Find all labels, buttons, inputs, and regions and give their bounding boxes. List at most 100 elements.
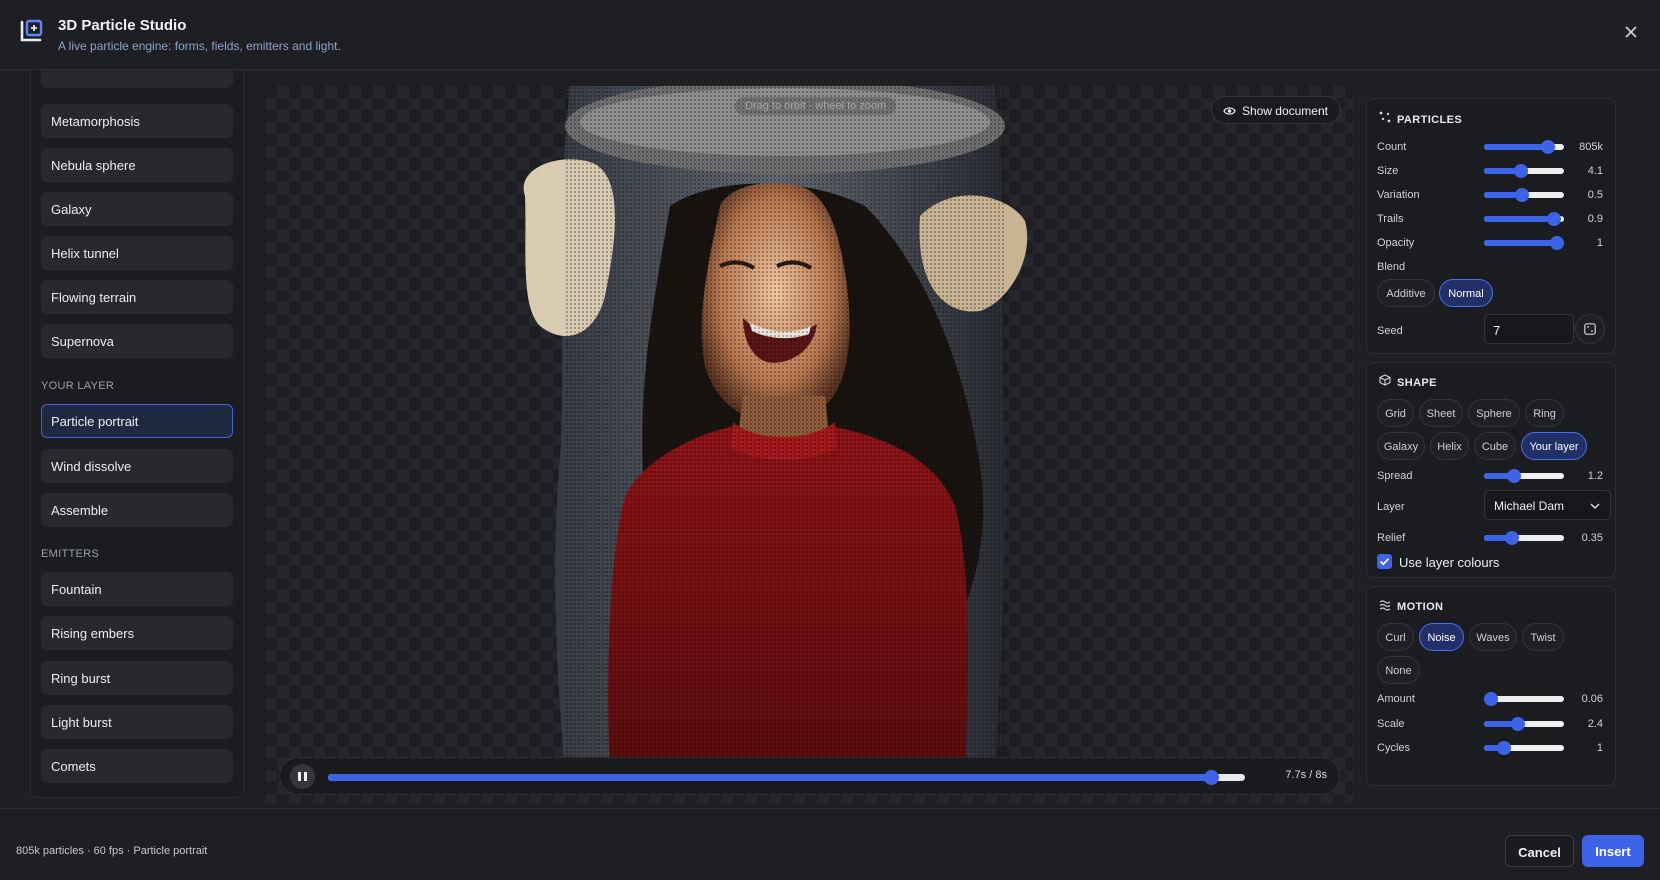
cancel-button[interactable]: Cancel (1505, 835, 1574, 867)
dice-icon (1584, 323, 1596, 335)
sidebar-item-comets[interactable]: Comets (41, 749, 233, 783)
footer: 805k particles · 60 fps · Particle portr… (0, 808, 1660, 880)
status-text: 805k particles · 60 fps · Particle portr… (16, 845, 208, 857)
pause-icon-bar (304, 772, 307, 781)
motion-card: MOTION Curl Noise Waves Twist None Amoun… (1366, 586, 1616, 786)
timeline-scrubber[interactable] (328, 770, 1245, 785)
use-layer-colours-label: Use layer colours (1399, 555, 1500, 570)
emitters-heading: EMITTERS (41, 548, 100, 560)
shape-card: SHAPE Grid Sheet Sphere Ring Galaxy Heli… (1366, 362, 1616, 578)
blend-normal[interactable]: Normal (1439, 279, 1493, 307)
timeline-thumb[interactable] (1203, 770, 1219, 785)
trails-label: Trails (1377, 213, 1404, 225)
cycles-slider[interactable] (1484, 741, 1564, 755)
shape-your-layer[interactable]: Your layer (1521, 432, 1587, 460)
sidebar-item-galaxy[interactable]: Galaxy (41, 192, 233, 226)
use-layer-colours-checkbox[interactable] (1377, 554, 1392, 569)
shape-galaxy[interactable]: Galaxy (1377, 432, 1425, 460)
shape-helix[interactable]: Helix (1430, 432, 1469, 460)
insert-button[interactable]: Insert (1582, 835, 1644, 867)
close-icon (1625, 26, 1637, 38)
wind-icon (1379, 600, 1391, 611)
pause-icon (298, 772, 301, 781)
opacity-slider[interactable] (1484, 236, 1564, 250)
orbit-hint: Drag to orbit · wheel to zoom (735, 97, 897, 115)
pause-button[interactable] (290, 764, 315, 789)
show-document-button[interactable]: Show document (1210, 96, 1341, 124)
your-layer-heading: YOUR LAYER (41, 380, 115, 392)
shape-cube[interactable]: Cube (1474, 432, 1516, 460)
sidebar-item-helix-tunnel[interactable]: Helix tunnel (41, 236, 233, 270)
app-logo-icon (20, 19, 43, 42)
relief-slider[interactable] (1484, 531, 1564, 545)
size-value: 4.1 (1587, 165, 1603, 177)
count-slider[interactable] (1484, 140, 1564, 154)
shape-grid[interactable]: Grid (1377, 399, 1414, 427)
amount-label: Amount (1377, 693, 1415, 705)
sidebar-item-nebula-sphere[interactable]: Nebula sphere (41, 148, 233, 182)
sidebar-item-flowing-terrain[interactable]: Flowing terrain (41, 280, 233, 314)
sidebar-item-supernova[interactable]: Supernova (41, 324, 233, 358)
sidebar-item-rising-embers[interactable]: Rising embers (41, 616, 233, 650)
motion-curl[interactable]: Curl (1377, 623, 1414, 651)
blend-additive[interactable]: Additive (1377, 279, 1435, 307)
layer-label: Layer (1377, 501, 1405, 513)
relief-label: Relief (1377, 532, 1406, 544)
app-subtitle: A live particle engine: forms, fields, e… (58, 39, 341, 53)
sidebar-item-metamorphosis[interactable]: Metamorphosis (41, 104, 233, 138)
sidebar-item-hidden[interactable] (41, 70, 233, 88)
shape-sheet[interactable]: Sheet (1419, 399, 1463, 427)
blend-label: Blend (1377, 261, 1406, 273)
motion-noise[interactable]: Noise (1419, 623, 1464, 651)
opacity-value: 1 (1596, 237, 1603, 249)
opacity-label: Opacity (1377, 237, 1415, 249)
motion-none[interactable]: None (1377, 656, 1420, 684)
size-slider[interactable] (1484, 164, 1564, 178)
variation-slider[interactable] (1484, 188, 1564, 202)
cycles-value: 1 (1596, 742, 1603, 754)
seed-input[interactable]: 7 (1484, 314, 1574, 344)
relief-value: 0.35 (1581, 532, 1603, 544)
motion-twist[interactable]: Twist (1522, 623, 1564, 651)
variation-value: 0.5 (1587, 189, 1603, 201)
amount-slider[interactable] (1484, 692, 1564, 706)
scale-label: Scale (1377, 718, 1405, 730)
eye-icon (1223, 107, 1236, 115)
shape-ring[interactable]: Ring (1525, 399, 1564, 427)
check-icon (1379, 558, 1390, 566)
timeline-progress (328, 774, 1211, 781)
scale-slider[interactable] (1484, 717, 1564, 731)
trails-slider[interactable] (1484, 212, 1564, 226)
sidebar-item-wind-dissolve[interactable]: Wind dissolve (41, 449, 233, 483)
viewport-canvas[interactable]: Drag to orbit · wheel to zoom Show docum… (265, 86, 1353, 804)
chevron-down-icon (1590, 503, 1600, 509)
size-label: Size (1377, 165, 1399, 177)
sidebar-item-ring-burst[interactable]: Ring burst (41, 661, 233, 695)
randomize-seed-button[interactable] (1575, 314, 1605, 344)
spread-slider[interactable] (1484, 469, 1564, 483)
sidebar-item-light-burst[interactable]: Light burst (41, 705, 233, 739)
cycles-label: Cycles (1377, 742, 1411, 754)
playback-time: 7.7s / 8s (1285, 769, 1327, 781)
shape-sphere[interactable]: Sphere (1468, 399, 1520, 427)
close-button[interactable] (1618, 19, 1644, 45)
playback-bar: 7.7s / 8s (279, 757, 1340, 795)
layer-select-value: Michael Dam (1494, 499, 1565, 513)
preset-sidebar: Metamorphosis Nebula sphere Galaxy Helix… (30, 70, 244, 798)
particles-card: PARTICLES Count 805k Size 4.1 Variation … (1366, 98, 1616, 354)
sidebar-item-particle-portrait[interactable]: Particle portrait (41, 404, 233, 438)
show-document-label: Show document (1241, 104, 1328, 118)
layer-select[interactable]: Michael Dam (1484, 490, 1611, 520)
variation-label: Variation (1377, 189, 1420, 201)
count-label: Count (1377, 141, 1407, 153)
app-title: 3D Particle Studio (58, 17, 187, 34)
spread-label: Spread (1377, 470, 1413, 482)
motion-waves[interactable]: Waves (1469, 623, 1517, 651)
particles-icon (1379, 111, 1391, 123)
trails-value: 0.9 (1587, 213, 1603, 225)
motion-heading: MOTION (1397, 601, 1444, 613)
sidebar-item-fountain[interactable]: Fountain (41, 572, 233, 606)
particle-portrait-render (523, 86, 1028, 776)
sidebar-item-assemble[interactable]: Assemble (41, 493, 233, 527)
amount-value: 0.06 (1581, 693, 1603, 705)
